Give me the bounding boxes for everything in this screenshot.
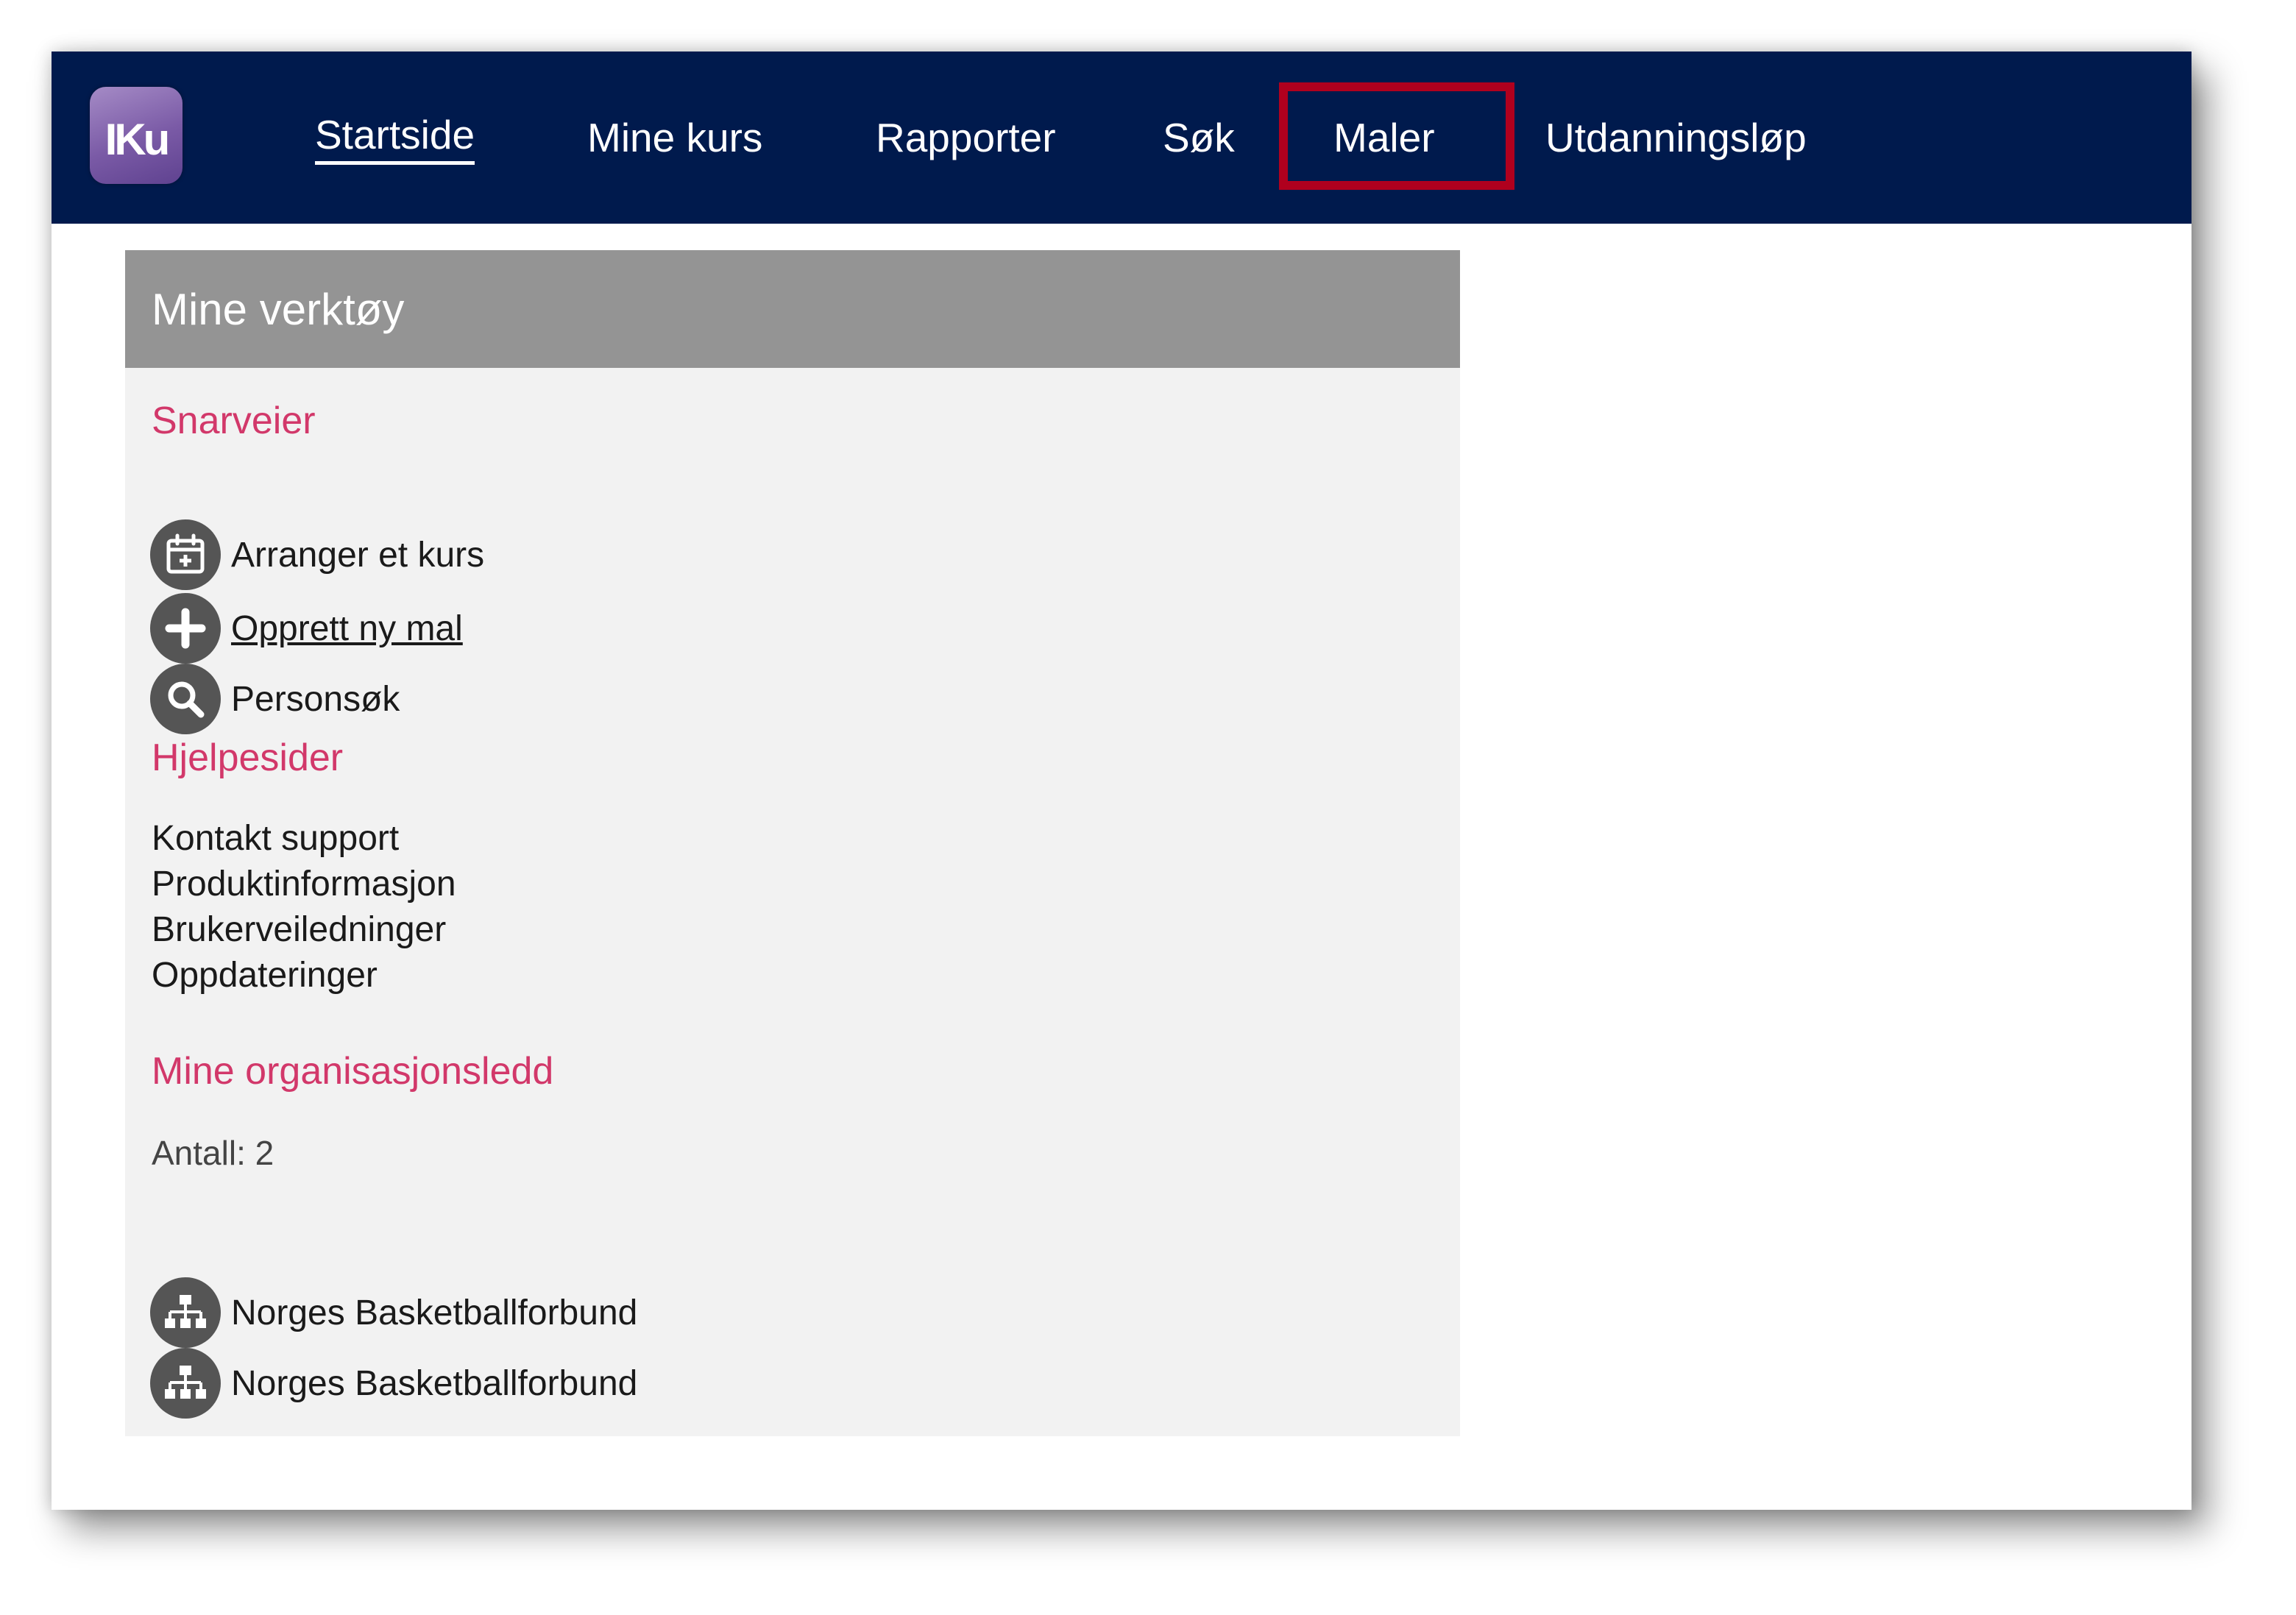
- nav-sok-label: Søk: [1163, 115, 1235, 160]
- shortcut-arranger-et-kurs[interactable]: Arranger et kurs: [150, 519, 484, 590]
- nav-mine-kurs-label: Mine kurs: [587, 115, 763, 160]
- org-label: Norges Basketballforbund: [231, 1293, 638, 1332]
- nav-sok[interactable]: Søk: [1163, 52, 1235, 224]
- org-item[interactable]: Norges Basketballforbund: [150, 1277, 637, 1348]
- search-icon: [150, 664, 221, 734]
- maler-highlight-box: [1279, 82, 1514, 190]
- help-link-oppdateringer[interactable]: Oppdateringer: [152, 955, 378, 995]
- shortcut-label: Arranger et kurs: [231, 535, 485, 575]
- app-window: IKu Startside Mine kurs Rapporter Søk Ma…: [52, 52, 2192, 1510]
- help-link-brukerveiledninger[interactable]: Brukerveiledninger: [152, 909, 446, 950]
- panel-header: Mine verktøy: [125, 250, 1460, 368]
- nav-mine-kurs[interactable]: Mine kurs: [587, 52, 762, 224]
- iku-logo[interactable]: IKu: [90, 87, 183, 184]
- help-link-kontakt-support[interactable]: Kontakt support: [152, 818, 399, 859]
- orgs-heading: Mine organisasjonsledd: [152, 1050, 554, 1093]
- shortcuts-heading: Snarveier: [152, 400, 316, 442]
- nav-utdanningslop[interactable]: Utdanningsløp: [1545, 52, 1807, 224]
- org-item[interactable]: Norges Basketballforbund: [150, 1348, 637, 1419]
- orgs-count: Antall: 2: [152, 1134, 274, 1172]
- org-chart-icon: [150, 1277, 221, 1348]
- panel-title: Mine verktøy: [152, 284, 405, 334]
- shortcut-personsok[interactable]: Personsøk: [150, 664, 400, 734]
- nav-rapporter-label: Rapporter: [876, 115, 1056, 160]
- calendar-add-icon: [150, 519, 221, 590]
- org-label: Norges Basketballforbund: [231, 1363, 638, 1403]
- org-chart-icon: [150, 1348, 221, 1419]
- nav-rapporter[interactable]: Rapporter: [876, 52, 1056, 224]
- help-heading: Hjelpesider: [152, 736, 344, 779]
- help-link-produktinformasjon[interactable]: Produktinformasjon: [152, 864, 456, 904]
- shortcut-label: Opprett ny mal: [231, 608, 463, 648]
- top-navigation-bar: IKu Startside Mine kurs Rapporter Søk Ma…: [52, 52, 2192, 224]
- shortcut-label: Personsøk: [231, 679, 400, 719]
- logo-text: IKu: [104, 114, 171, 164]
- nav-utdanningslop-label: Utdanningsløp: [1545, 115, 1807, 160]
- plus-icon: [150, 593, 221, 664]
- nav-startside[interactable]: Startside: [315, 52, 475, 224]
- nav-startside-label: Startside: [315, 111, 475, 165]
- shortcut-opprett-ny-mal[interactable]: Opprett ny mal: [150, 593, 463, 664]
- mine-verktoy-panel: Mine verktøy Snarveier Arranger et kurs: [125, 250, 1460, 1436]
